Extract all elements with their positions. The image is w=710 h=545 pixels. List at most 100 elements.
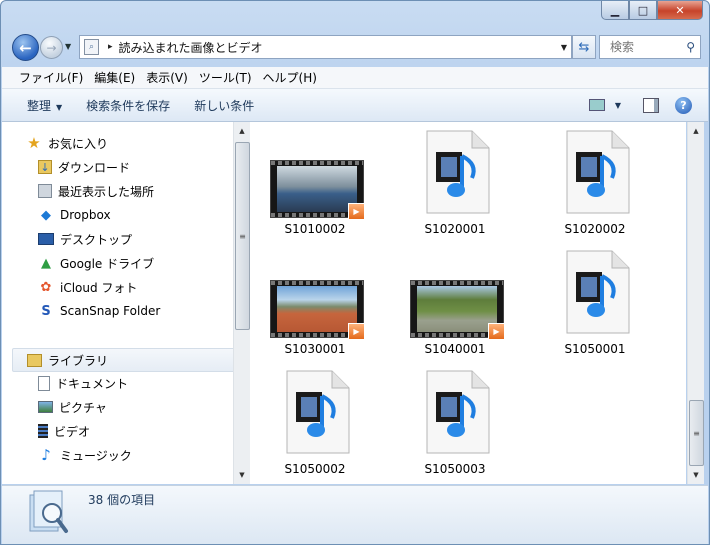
file-item[interactable]: S1020002: [530, 130, 660, 248]
scroll-down-arrow-icon[interactable]: ▼: [234, 468, 250, 482]
sidebar-item-label: ドキュメント: [56, 376, 129, 391]
search-input[interactable]: [608, 39, 682, 55]
favorites-label: お気に入り: [48, 136, 109, 151]
address-bar[interactable]: ⌕ ▸ 読み込まれた画像とビデオ ▼: [79, 35, 572, 59]
file-item[interactable]: S1020001: [390, 130, 520, 248]
explorer-window: ▁ □ ✕ ← → ▼ ⌕ ▸ 読み込まれた画像とビデオ ▼ ⇆ ⚲ ファイル(…: [0, 0, 710, 545]
favorites-header[interactable]: ★ お気に入り: [26, 132, 234, 154]
video-thumbnail: ▶: [270, 160, 365, 220]
file-name: S1050003: [424, 462, 486, 476]
download-folder-icon: ↓: [38, 160, 52, 174]
media-file-icon: [426, 370, 490, 454]
libraries-label: ライブラリ: [48, 353, 109, 368]
navigation-pane: ★ お気に入り ↓ ダウンロード 最近表示した場所 ◆ Dropbox デスクト…: [2, 122, 234, 484]
google-drive-icon: ▲: [41, 255, 51, 271]
save-search-button[interactable]: 検索条件を保存: [86, 97, 170, 114]
menu-view[interactable]: 表示(V): [146, 69, 188, 86]
sidebar-item-label: ビデオ: [54, 424, 91, 439]
sidebar-item-label: ミュージック: [60, 448, 132, 463]
sidebar-item-label: Google ドライブ: [60, 256, 155, 271]
sidebar-item-label: ScanSnap Folder: [60, 304, 161, 318]
item-count: 38 個の項目: [88, 493, 156, 507]
sidebar-item-label: ピクチャ: [59, 400, 107, 415]
libraries-header[interactable]: ライブラリ: [12, 348, 234, 372]
file-name: S1010002: [284, 222, 346, 236]
forward-button[interactable]: →: [40, 36, 63, 59]
navigation-scrollbar[interactable]: ▲ ≡ ▼: [233, 122, 250, 484]
file-name: S1020002: [564, 222, 626, 236]
music-note-icon: ♪: [41, 446, 51, 464]
sidebar-item-label: 最近表示した場所: [58, 184, 155, 199]
recent-places-icon: [38, 184, 52, 198]
menu-tools[interactable]: ツール(T): [199, 69, 252, 86]
view-options-dropdown-icon[interactable]: ▼: [615, 101, 621, 110]
search-box[interactable]: ⚲: [599, 35, 701, 59]
sidebar-item-dropbox[interactable]: ◆ Dropbox: [38, 204, 234, 226]
back-button[interactable]: ←: [12, 34, 39, 61]
file-name: S1020001: [424, 222, 486, 236]
menu-file[interactable]: ファイル(F): [19, 69, 83, 86]
file-item[interactable]: S1050001: [530, 250, 660, 368]
close-button[interactable]: ✕: [657, 1, 703, 20]
scroll-down-arrow-icon[interactable]: ▼: [688, 468, 704, 482]
menu-help[interactable]: ヘルプ(H): [263, 69, 317, 86]
search-folder-icon: ⌕: [84, 39, 99, 55]
sidebar-item-recent[interactable]: 最近表示した場所: [38, 180, 234, 202]
preview-pane-icon[interactable]: [643, 97, 659, 113]
file-name: S1050001: [564, 342, 626, 356]
minimize-button[interactable]: ▁: [601, 1, 629, 20]
organize-button[interactable]: 整理 ▼: [27, 97, 62, 114]
media-file-icon: [286, 370, 350, 454]
media-file-icon: [566, 130, 630, 214]
path-separator[interactable]: ▸: [108, 42, 113, 52]
menu-edit[interactable]: 編集(E): [94, 69, 135, 86]
navigation-bar: ← → ▼ ⌕ ▸ 読み込まれた画像とビデオ ▼ ⇆ ⚲: [9, 33, 703, 61]
file-item[interactable]: S1050003: [390, 370, 520, 484]
sidebar-item-google-drive[interactable]: ▲ Google ドライブ: [38, 252, 234, 274]
icloud-photos-icon: ✿: [40, 279, 52, 295]
media-file-icon: [566, 250, 630, 334]
file-item[interactable]: ▶ S1040001: [390, 250, 520, 368]
sidebar-item-label: デスクトップ: [60, 232, 133, 247]
sidebar-item-music[interactable]: ♪ ミュージック: [38, 444, 234, 466]
file-name: S1030001: [284, 342, 346, 356]
sidebar-item-pictures[interactable]: ピクチャ: [38, 396, 234, 418]
maximize-button[interactable]: □: [629, 1, 657, 20]
file-name: S1050002: [284, 462, 346, 476]
address-dropdown-icon[interactable]: ▼: [561, 43, 567, 52]
scroll-thumb[interactable]: ≡: [235, 142, 250, 330]
video-thumbnail: ▶: [270, 280, 365, 340]
help-icon[interactable]: ?: [675, 96, 692, 114]
file-item[interactable]: ▶ S1030001: [250, 250, 380, 368]
change-view-icon[interactable]: [588, 99, 605, 111]
content-scrollbar[interactable]: ▲ ≡ ▼: [687, 122, 704, 484]
file-name: S1040001: [424, 342, 486, 356]
search-icon[interactable]: ⚲: [686, 40, 695, 54]
sidebar-item-desktop[interactable]: デスクトップ: [38, 228, 234, 250]
refresh-button[interactable]: ⇆: [572, 35, 596, 59]
desktop-icon: [38, 233, 54, 245]
recent-pages-dropdown[interactable]: ▼: [65, 42, 71, 51]
scroll-up-arrow-icon[interactable]: ▲: [234, 124, 250, 138]
menu-bar: ファイル(F) 編集(E) 表示(V) ツール(T) ヘルプ(H): [2, 67, 708, 89]
file-item[interactable]: ▶ S1010002: [250, 130, 380, 248]
new-search-button[interactable]: 新しい条件: [194, 97, 254, 114]
sidebar-item-label: ダウンロード: [58, 160, 131, 175]
sidebar-item-icloud-photos[interactable]: ✿ iCloud フォト: [38, 276, 234, 298]
dropbox-icon: ◆: [41, 207, 51, 223]
file-item[interactable]: S1050002: [250, 370, 380, 484]
video-thumbnail: ▶: [410, 280, 505, 340]
search-results-icon: [29, 490, 68, 533]
organize-label: 整理: [27, 98, 52, 113]
scroll-up-arrow-icon[interactable]: ▲: [688, 124, 704, 138]
address-path[interactable]: 読み込まれた画像とビデオ: [119, 39, 263, 56]
scansnap-icon: S: [41, 303, 51, 319]
sidebar-item-videos[interactable]: ビデオ: [38, 420, 234, 442]
scroll-thumb[interactable]: ≡: [689, 400, 704, 466]
media-file-icon: [426, 130, 490, 214]
sidebar-item-downloads[interactable]: ↓ ダウンロード: [38, 156, 234, 178]
details-pane: 38 個の項目: [2, 485, 708, 544]
videos-icon: [38, 424, 48, 438]
sidebar-item-scansnap[interactable]: S ScanSnap Folder: [38, 300, 234, 322]
sidebar-item-documents[interactable]: ドキュメント: [38, 372, 234, 394]
